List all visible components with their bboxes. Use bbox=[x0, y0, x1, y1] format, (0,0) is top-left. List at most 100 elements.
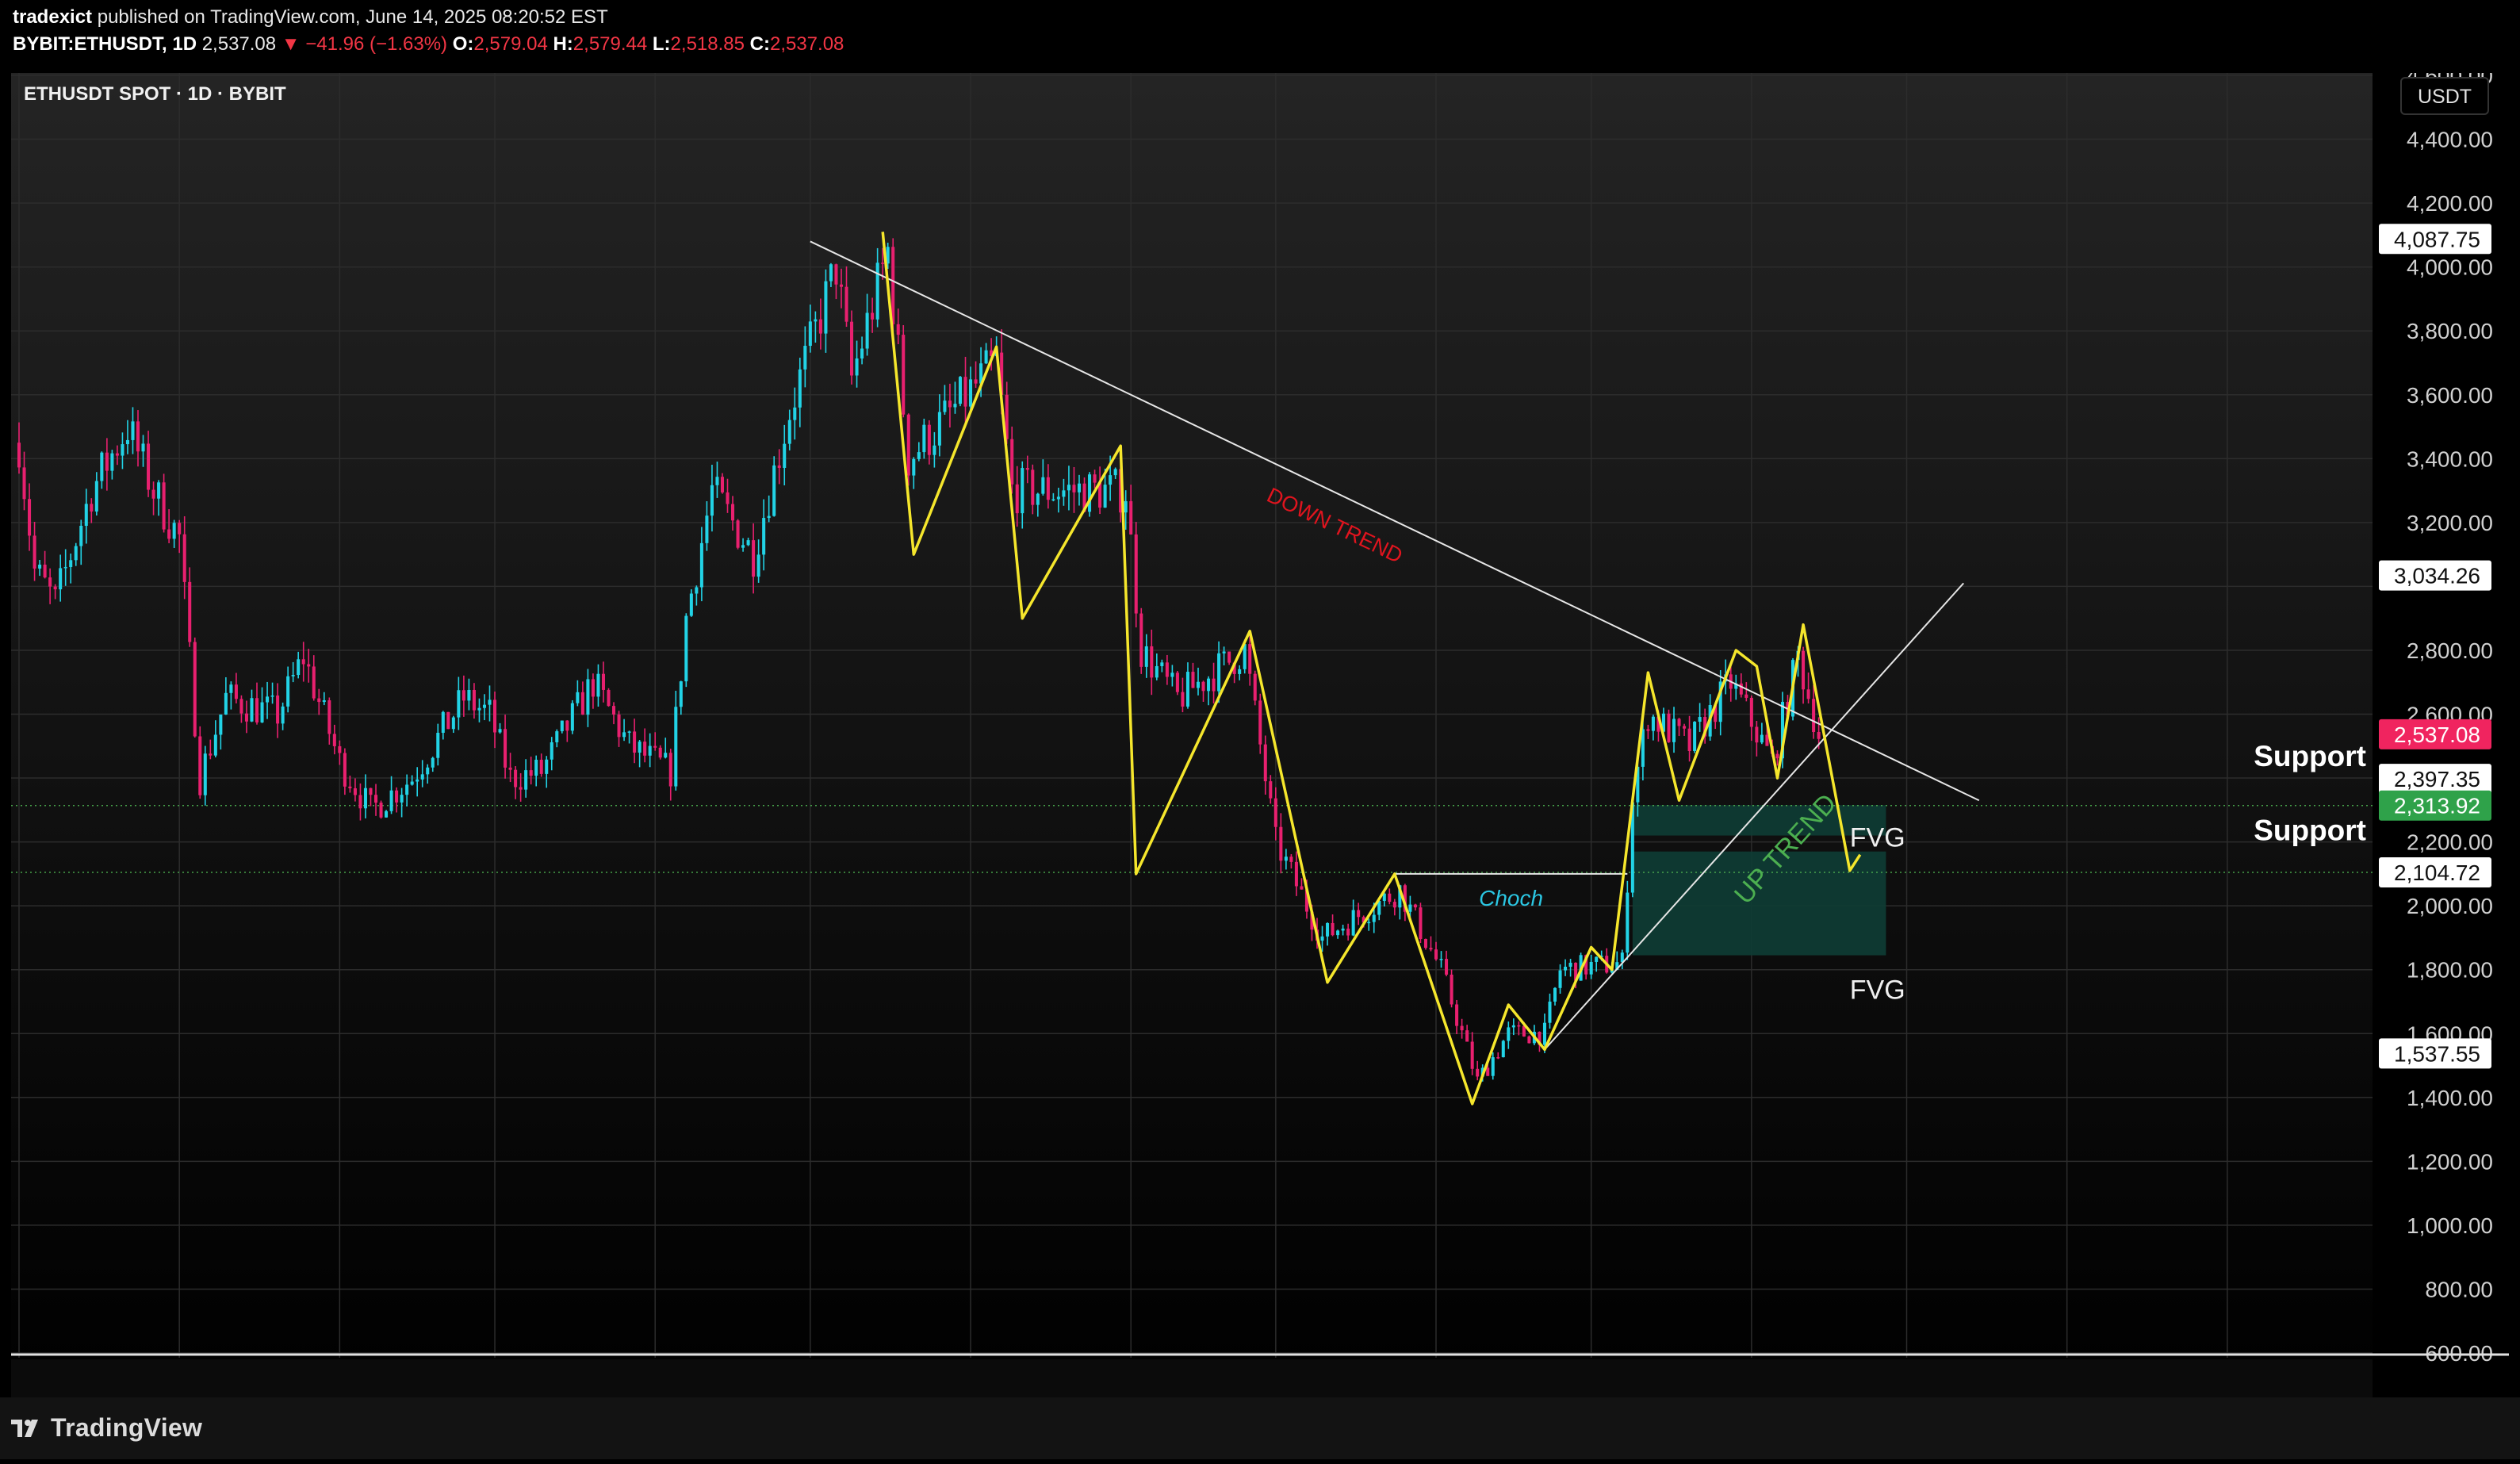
brand-name: TradingView bbox=[51, 1413, 203, 1442]
fvg-label: FVG bbox=[1850, 823, 1905, 853]
candle-body bbox=[1062, 490, 1066, 497]
candle-body bbox=[736, 520, 740, 548]
candle-body bbox=[131, 421, 135, 440]
candle-body bbox=[756, 554, 760, 577]
price-tick-label: 1,200.00 bbox=[2407, 1149, 2493, 1174]
candle-body bbox=[1341, 928, 1345, 931]
candle-body bbox=[1217, 653, 1221, 692]
candle-body bbox=[1755, 726, 1759, 743]
candle-body bbox=[752, 540, 756, 577]
candle-body bbox=[1620, 952, 1624, 963]
candle-body bbox=[824, 281, 828, 334]
candle-body bbox=[1113, 469, 1117, 476]
candle-body bbox=[43, 564, 47, 578]
candle-body bbox=[1222, 651, 1226, 653]
candle-body bbox=[178, 523, 182, 535]
candle-body bbox=[172, 523, 176, 539]
candle-body bbox=[297, 659, 301, 676]
time-axis[interactable]: ulAugSepOctNovDec2025FebMarAprMayJunJulA… bbox=[11, 1353, 2509, 1397]
support-label: Support bbox=[2254, 814, 2366, 847]
candle-body bbox=[1683, 726, 1687, 729]
candle-body bbox=[457, 690, 461, 718]
candle-body bbox=[1450, 974, 1453, 1005]
candle-body bbox=[958, 377, 963, 404]
candle-body bbox=[1802, 650, 1806, 690]
price-tick-label: 3,600.00 bbox=[2407, 383, 2493, 408]
candle-body bbox=[276, 696, 280, 724]
candle-body bbox=[405, 784, 409, 795]
candle-body bbox=[229, 684, 233, 693]
price-tick-label: 1,400.00 bbox=[2407, 1086, 2493, 1110]
tradingview-logo[interactable]: TradingView bbox=[11, 1413, 202, 1443]
price-chart[interactable]: DOWN TRENDUP TRENDChochFVGFVGSupportSupp… bbox=[11, 73, 2509, 1397]
price-label-text: 2,397.35 bbox=[2394, 767, 2480, 791]
candle-body bbox=[193, 642, 197, 737]
candle-body bbox=[1191, 672, 1195, 688]
symbol-label: BYBIT:ETHUSDT, 1D bbox=[13, 33, 197, 55]
author-name[interactable]: tradexict bbox=[13, 6, 92, 28]
candle-body bbox=[1248, 644, 1252, 674]
candle-body bbox=[1263, 744, 1267, 782]
candle-body bbox=[1077, 483, 1082, 492]
candle-body bbox=[1212, 678, 1216, 692]
candle-body bbox=[1507, 1027, 1511, 1041]
candle-body bbox=[1134, 534, 1138, 614]
candle-body bbox=[1336, 930, 1340, 936]
candle-body bbox=[933, 445, 936, 455]
candle-body bbox=[420, 774, 424, 780]
candle-body bbox=[105, 452, 109, 471]
candle-body bbox=[539, 759, 543, 774]
price-tick-label: 1,800.00 bbox=[2407, 958, 2493, 983]
candle-body bbox=[446, 711, 450, 730]
candle-body bbox=[1367, 922, 1371, 924]
candle-body bbox=[1491, 1057, 1495, 1076]
candle-body bbox=[1175, 673, 1179, 692]
candle-body bbox=[1351, 910, 1355, 936]
candle-body bbox=[902, 335, 906, 415]
candle-body bbox=[1036, 493, 1040, 505]
candle-body bbox=[260, 702, 264, 722]
candle-body bbox=[1408, 904, 1412, 912]
candle-body bbox=[1124, 500, 1128, 513]
candle-body bbox=[783, 443, 787, 468]
candle-body bbox=[467, 689, 471, 701]
candle-body bbox=[664, 753, 668, 758]
candle-body bbox=[519, 787, 523, 790]
chart-area[interactable]: DOWN TREND UP TREND Choch FVG FVG Support Supp… bbox=[11, 73, 2509, 1464]
candle-body bbox=[1160, 662, 1164, 666]
candle-body bbox=[1651, 716, 1655, 731]
price-label-text: 2,104.72 bbox=[2394, 860, 2480, 885]
candle-body bbox=[1548, 1001, 1552, 1023]
candle-body bbox=[1646, 729, 1650, 731]
candle-body bbox=[772, 465, 776, 516]
candle-body bbox=[943, 400, 947, 412]
candle-body bbox=[984, 350, 988, 364]
candle-body bbox=[1739, 683, 1743, 695]
candle-body bbox=[1486, 1067, 1490, 1076]
candle-body bbox=[550, 742, 553, 760]
candle-body bbox=[1693, 722, 1697, 751]
price-tick-label: 2,200.00 bbox=[2407, 830, 2493, 855]
candle-body bbox=[1667, 713, 1671, 742]
candle-body bbox=[1775, 753, 1779, 759]
candle-body bbox=[607, 689, 611, 707]
candle-body bbox=[317, 698, 321, 703]
candle-body bbox=[74, 546, 78, 561]
candle-body bbox=[1392, 902, 1396, 908]
candle-body bbox=[1672, 719, 1676, 742]
candle-body bbox=[808, 321, 812, 347]
candle-body bbox=[213, 734, 217, 756]
candle-body bbox=[1269, 781, 1273, 799]
support-label: Support bbox=[2254, 740, 2366, 772]
candle-body bbox=[234, 684, 238, 699]
candle-body bbox=[436, 732, 440, 758]
candle-body bbox=[638, 742, 641, 753]
candle-body bbox=[332, 734, 336, 746]
choch-label: Choch bbox=[1479, 886, 1543, 910]
candle-body bbox=[580, 692, 584, 715]
candle-body bbox=[147, 443, 151, 490]
candle-body bbox=[896, 324, 900, 335]
candle-body bbox=[705, 515, 709, 543]
candle-body bbox=[565, 720, 569, 731]
candle-body bbox=[1326, 922, 1330, 937]
